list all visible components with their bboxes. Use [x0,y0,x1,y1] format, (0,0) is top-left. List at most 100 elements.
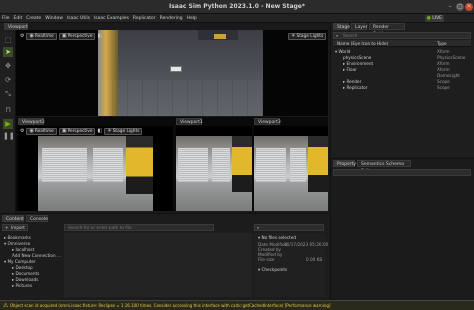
tree-label: localhost [15,247,35,252]
shutter-door [42,148,87,182]
tab-viewport1[interactable]: Viewport1 [176,118,203,125]
viewport-top-scene [98,30,263,116]
tab-console[interactable]: Console [26,215,48,222]
minimize-icon[interactable]: – [446,3,454,11]
tab-property[interactable]: Property [333,160,356,167]
tree-omniverse[interactable]: ▾ Omniverse [4,241,30,246]
play-icon[interactable]: ▶ [3,119,13,129]
item-name: Replicator [346,85,368,90]
settings-gear-icon[interactable]: ⚙ [20,128,24,134]
close-icon[interactable]: ✕ [465,3,473,11]
warning-icon: ⚠ [3,302,9,309]
item-type: Xform [437,61,450,66]
viewport3[interactable] [254,126,328,211]
resolution-label: Realtime [34,128,54,134]
tree-my-computer[interactable]: ▾ My Computer [4,259,36,264]
property-search[interactable] [333,169,471,176]
stage-search-placeholder: Search [343,33,358,38]
rotate-tool-icon[interactable]: ⟳ [3,75,13,85]
resolution-button[interactable]: ◉ Realtime [26,127,57,135]
menu-replicator[interactable]: Replicator [131,14,158,23]
stage-item-replicator[interactable]: ▸ Replicator [343,85,368,90]
info-size-key: File size [258,257,275,262]
live-button[interactable]: ● LIVE [424,15,444,22]
light-icon: ☀ [291,32,296,39]
tree-localhost[interactable]: ▸ localhost [12,247,34,252]
viewport-top[interactable]: ⚙ ◉ Realtime ▣ Perspective ◧ ☀ Stage Lights [16,30,328,116]
tab-render-settings[interactable]: Render Settings [369,23,405,37]
scale-tool-icon[interactable]: ⤡ [3,89,13,99]
tree-documents[interactable]: ▸ Documents [12,271,39,276]
tree-label: Omniverse [7,241,31,246]
viewport3-scene [254,136,328,211]
info-date-value: 10/17/2023 05:26:00 PM [284,242,336,247]
stage-lights-button[interactable]: ☀ Stage Lights [288,32,327,40]
select-arrow-icon[interactable]: ➤ [3,47,13,57]
tree-add-connection[interactable]: Add New Connection ... [12,253,61,258]
viewport1[interactable] [176,126,252,211]
tree-downloads[interactable]: ▸ Downloads [12,277,38,282]
stage-lights-button[interactable]: ☀ Stage Lights [104,127,143,135]
tab-semantics-schema-editor[interactable]: Semantics Schema Editor [357,160,411,174]
light-icon: ☀ [107,127,112,134]
menu-file[interactable]: File [0,14,12,23]
import-label: Import [11,225,25,230]
shutter-door [93,148,123,182]
render-mode-icon[interactable]: ◧ [97,128,102,134]
tab-viewport2[interactable]: Viewport2 [18,118,45,125]
menu-create[interactable]: Create [24,14,43,23]
menu-edit[interactable]: Edit [12,14,25,23]
tree-pictures[interactable]: ▸ Pictures [12,283,32,288]
stage-item-physicsscene[interactable]: physicsScene [343,55,371,60]
stage-item-environment[interactable]: ▸ Environment [343,61,373,66]
tab-content[interactable]: Content [2,215,24,222]
viewport2-scene [38,136,153,211]
snap-tool-icon[interactable]: ⊓ [3,105,13,115]
tree-label: Bookmarks [7,235,31,240]
menu-isaac-examples[interactable]: Isaac Examples [92,14,131,23]
live-label: LIVE [432,16,442,21]
stage-item-render[interactable]: ▸ Render [343,79,361,84]
tree-bookmarks[interactable]: ▸ Bookmarks [4,235,31,240]
import-button[interactable]: + Import [2,224,28,231]
menu-window[interactable]: Window [43,14,65,23]
camera-button[interactable]: ▣ Perspective [58,32,96,40]
shutter-door [178,148,208,182]
select-tool-icon[interactable]: ⬚ [3,35,13,45]
path-input[interactable]: Search for or enter path to file [64,224,214,231]
content-search[interactable]: ⌕ [254,224,324,231]
import-icon: + [5,225,9,230]
menu-isaac-utils[interactable]: Isaac Utils [65,14,92,23]
menu-help[interactable]: Help [185,14,199,23]
tab-layer[interactable]: Layer [351,23,368,30]
menu-rendering[interactable]: Rendering [158,14,185,23]
no-selection-label: ▾ No files selected [258,235,297,240]
floor-grid [98,80,263,116]
camera-button[interactable]: ▣ Perspective [58,127,96,135]
tree-label: Pictures [15,283,33,288]
search-icon: ⌕ [336,33,339,38]
stage-item-floor[interactable]: ▸ Floor [343,67,357,72]
maximize-icon[interactable]: ▢ [456,3,464,11]
file-grid[interactable] [64,233,252,297]
stage-panel: Stage Layer Render Settings ⌕ Search Nam… [330,23,474,157]
status-text: Object scan id acquired (omni.isaac.fixt… [10,303,331,308]
shutter-door [256,148,286,182]
tree-desktop[interactable]: ▸ Desktop [12,265,33,270]
settings-gear-icon[interactable]: ⚙ [20,33,24,39]
tree-label: Desktop [15,265,33,270]
tab-viewport3[interactable]: Viewport3 [254,118,281,125]
status-bar: Object scan id acquired (omni.isaac.fixt… [0,300,474,310]
render-mode-icon[interactable]: ◧ [97,33,102,39]
stage-search[interactable]: ⌕ Search [333,32,471,39]
camera-icon: ▣ [61,127,67,134]
move-tool-icon[interactable]: ✥ [3,61,13,71]
tab-stage[interactable]: Stage [333,23,350,30]
no-selection-text: No files selected [261,235,297,240]
resolution-button[interactable]: ◉ Realtime [26,32,57,40]
eye-icon: ◉ [29,32,34,39]
stage-item-world[interactable]: ▾ World [335,49,350,54]
tab-viewport[interactable]: Viewport [4,23,28,30]
viewport2[interactable]: ⚙ ◉ Realtime ▣ Perspective ◧ ☀ Stage Lights [18,126,173,211]
pause-icon[interactable]: ❚❚ [3,131,15,141]
